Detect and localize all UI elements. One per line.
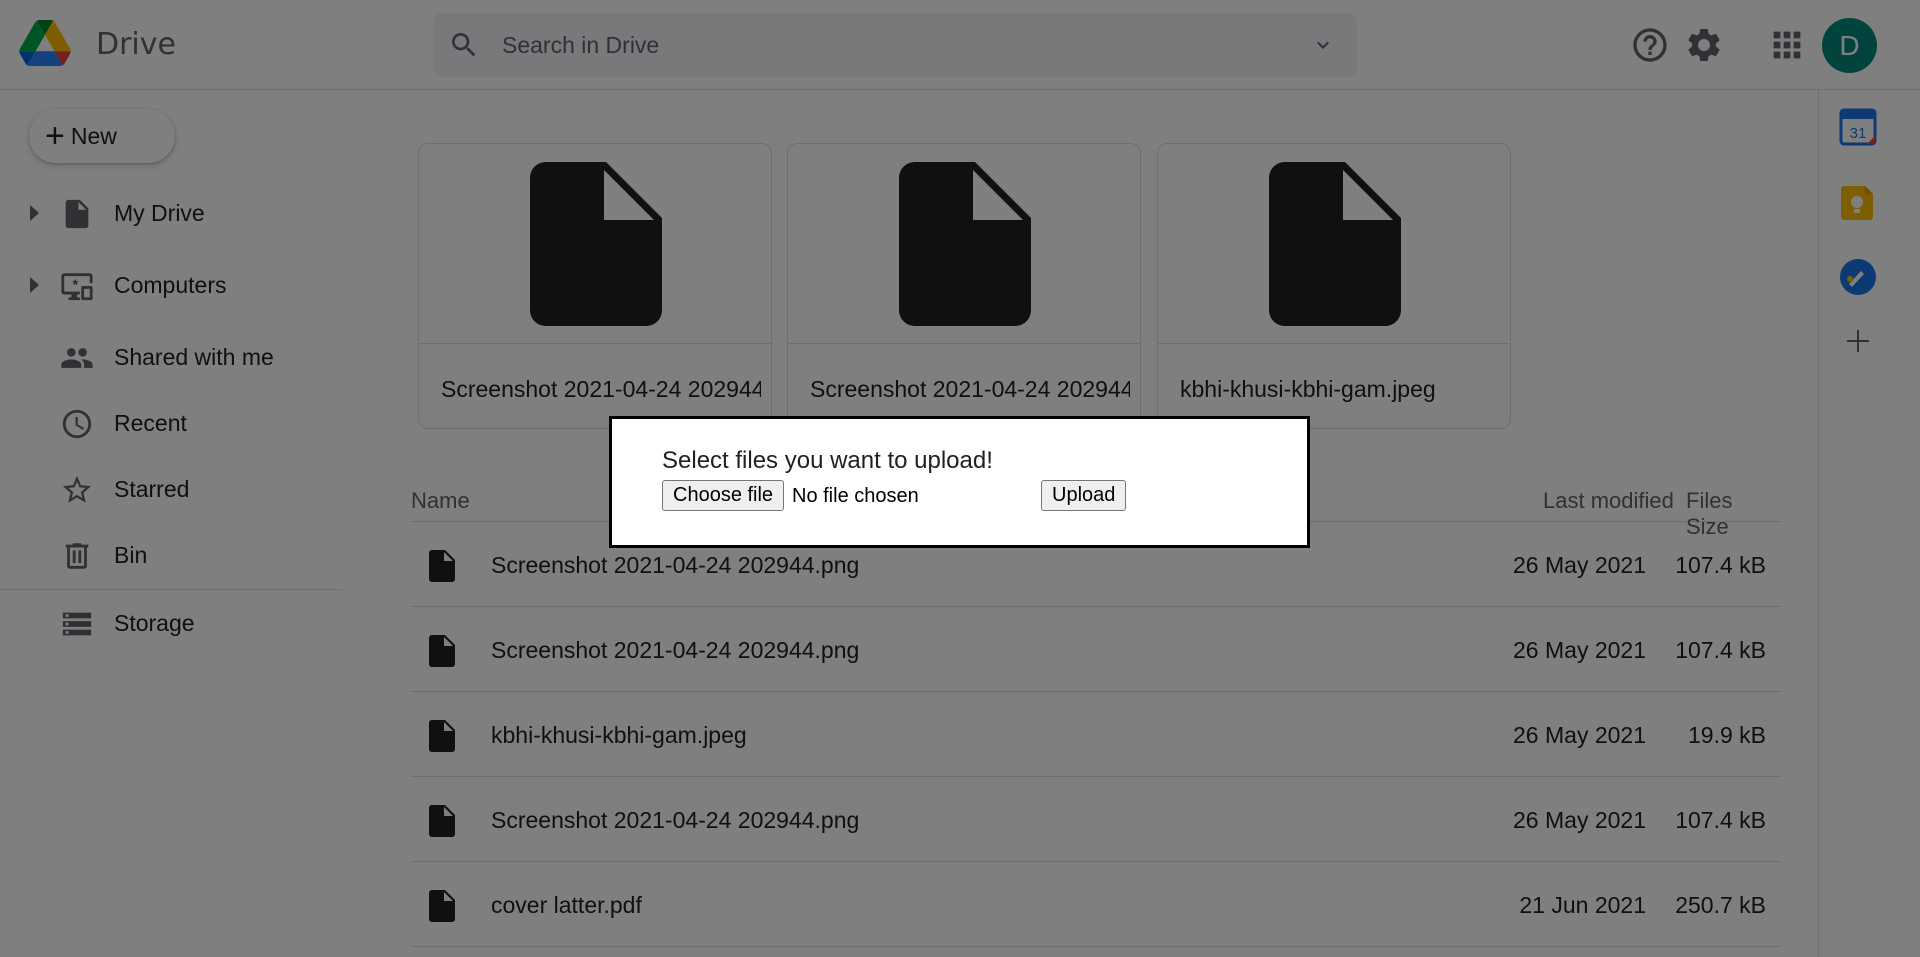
no-file-chosen-text: No file chosen — [792, 485, 919, 507]
upload-button[interactable]: Upload — [1041, 480, 1127, 511]
dialog-title: Select files you want to upload! — [662, 447, 993, 474]
choose-file-button[interactable]: Choose file — [662, 480, 785, 511]
upload-dialog: Select files you want to upload! Choose … — [609, 416, 1310, 548]
